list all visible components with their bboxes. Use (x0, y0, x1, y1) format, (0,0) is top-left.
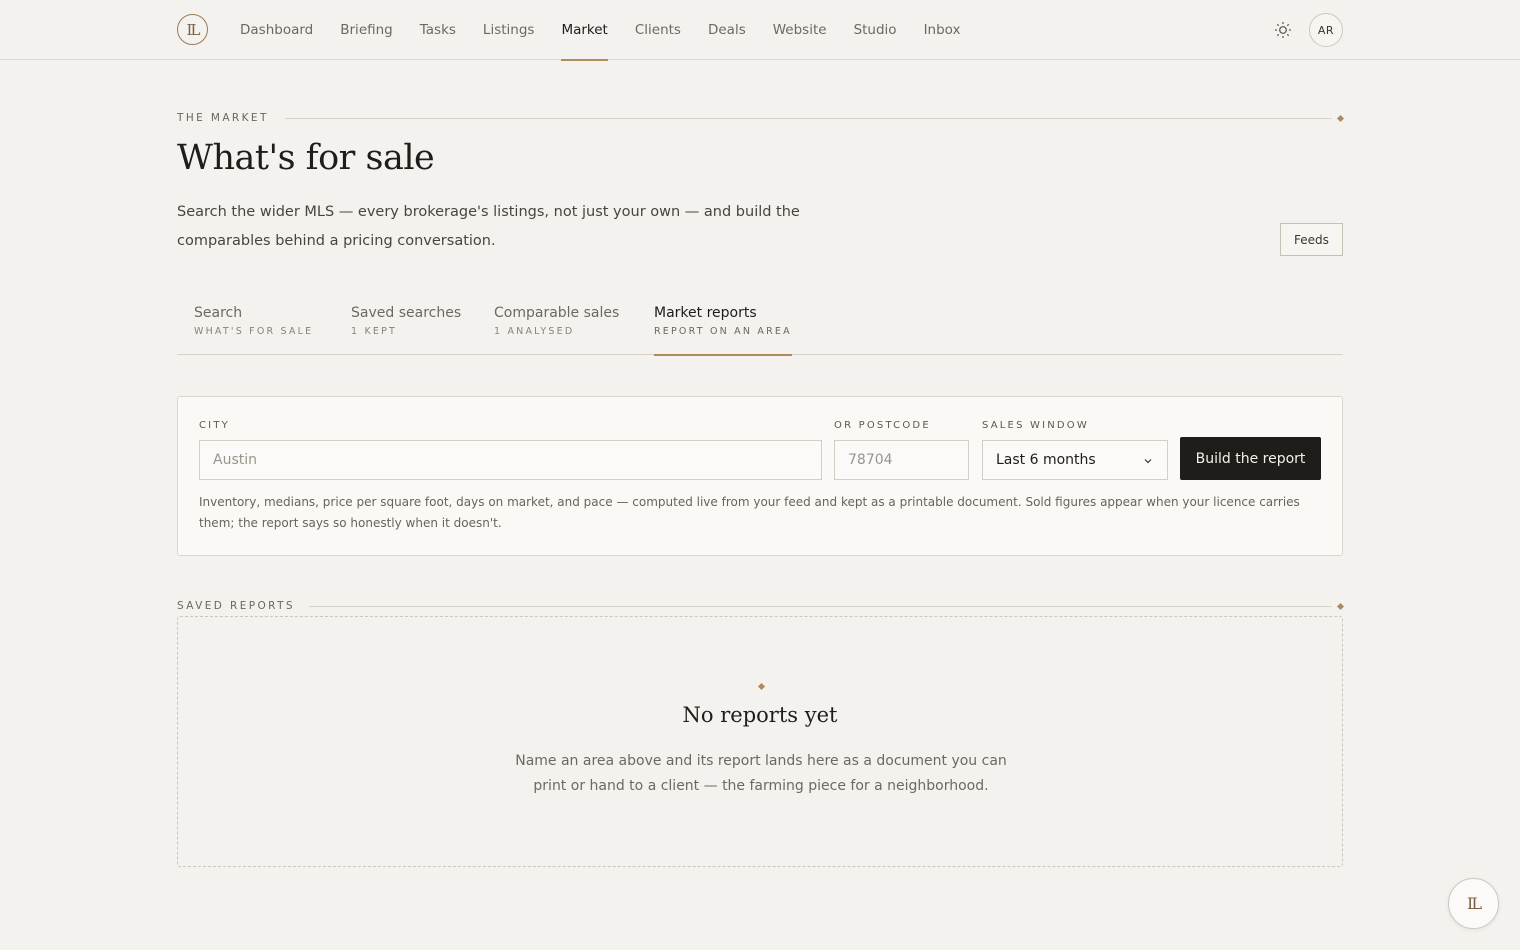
brand-logo[interactable]: IL (177, 14, 208, 45)
saved-reports-heading: SAVED REPORTS (177, 600, 295, 612)
section-eyebrow: THE MARKET (177, 112, 269, 124)
tab-market-reports[interactable]: Market reports REPORT ON AN AREA (654, 300, 792, 356)
city-label: CITY (199, 420, 230, 431)
tab-sublabel: 1 KEPT (351, 326, 398, 337)
nav-studio[interactable]: Studio (854, 0, 897, 60)
postcode-label: OR POSTCODE (834, 420, 931, 431)
tab-sublabel: REPORT ON AN AREA (654, 326, 792, 337)
empty-state-title: No reports yet (682, 703, 838, 727)
page-title: What's for sale (177, 138, 435, 178)
diamond-ornament-icon (757, 682, 766, 691)
nav-dashboard[interactable]: Dashboard (240, 0, 313, 60)
sales-window-value: Last 6 months (996, 452, 1096, 468)
postcode-input[interactable]: 78704 (834, 440, 969, 480)
tab-sublabel: WHAT'S FOR SALE (194, 326, 314, 337)
tab-saved-searches[interactable]: Saved searches 1 KEPT (351, 300, 461, 355)
nav-briefing[interactable]: Briefing (340, 0, 393, 60)
top-navigation-bar: IL Dashboard Briefing Tasks Listings Mar… (0, 0, 1520, 61)
report-form-note: Inventory, medians, price per square foo… (199, 495, 1300, 530)
nav-market[interactable]: Market (561, 0, 609, 61)
assistant-launcher-button[interactable]: IL (1448, 878, 1499, 929)
tab-label: Market reports (654, 305, 757, 321)
tab-label: Comparable sales (494, 305, 620, 321)
nav-inbox[interactable]: Inbox (924, 0, 961, 60)
nav-website[interactable]: Website (773, 0, 827, 60)
sales-window-label: SALES WINDOW (982, 420, 1089, 431)
eyebrow-divider (285, 118, 1332, 119)
nav-listings[interactable]: Listings (483, 0, 535, 60)
tab-label: Saved searches (351, 305, 462, 321)
saved-reports-divider (309, 606, 1332, 607)
main-nav: Dashboard Briefing Tasks Listings Market… (240, 0, 988, 61)
market-tabs: Search WHAT'S FOR SALE Saved searches 1 … (177, 300, 1343, 356)
feeds-button[interactable]: Feeds (1280, 223, 1343, 256)
diamond-ornament-icon (1336, 602, 1345, 611)
nav-deals[interactable]: Deals (708, 0, 746, 60)
tab-label: Search (194, 305, 243, 321)
saved-reports-empty-state: No reports yet Name an area above and it… (177, 616, 1343, 867)
page-description: Search the wider MLS — every brokerage's… (177, 204, 800, 249)
chevron-down-icon (1144, 459, 1152, 464)
city-input[interactable]: Austin (199, 440, 822, 480)
nav-clients[interactable]: Clients (635, 0, 681, 60)
build-report-button[interactable]: Build the report (1180, 437, 1321, 480)
tab-sublabel: 1 ANALYSED (494, 326, 575, 337)
empty-state-text: Name an area above and its report lands … (515, 753, 1007, 794)
sun-icon[interactable] (1274, 21, 1292, 39)
tab-comparable-sales[interactable]: Comparable sales 1 ANALYSED (494, 300, 619, 355)
sales-window-select[interactable]: Last 6 months (982, 440, 1168, 480)
nav-tasks[interactable]: Tasks (420, 0, 456, 60)
diamond-ornament-icon (1336, 114, 1345, 123)
report-builder-card: CITY Austin OR POSTCODE 78704 SALES WIND… (177, 396, 1343, 556)
user-avatar[interactable]: AR (1309, 13, 1343, 47)
tab-search[interactable]: Search WHAT'S FOR SALE (194, 300, 313, 355)
